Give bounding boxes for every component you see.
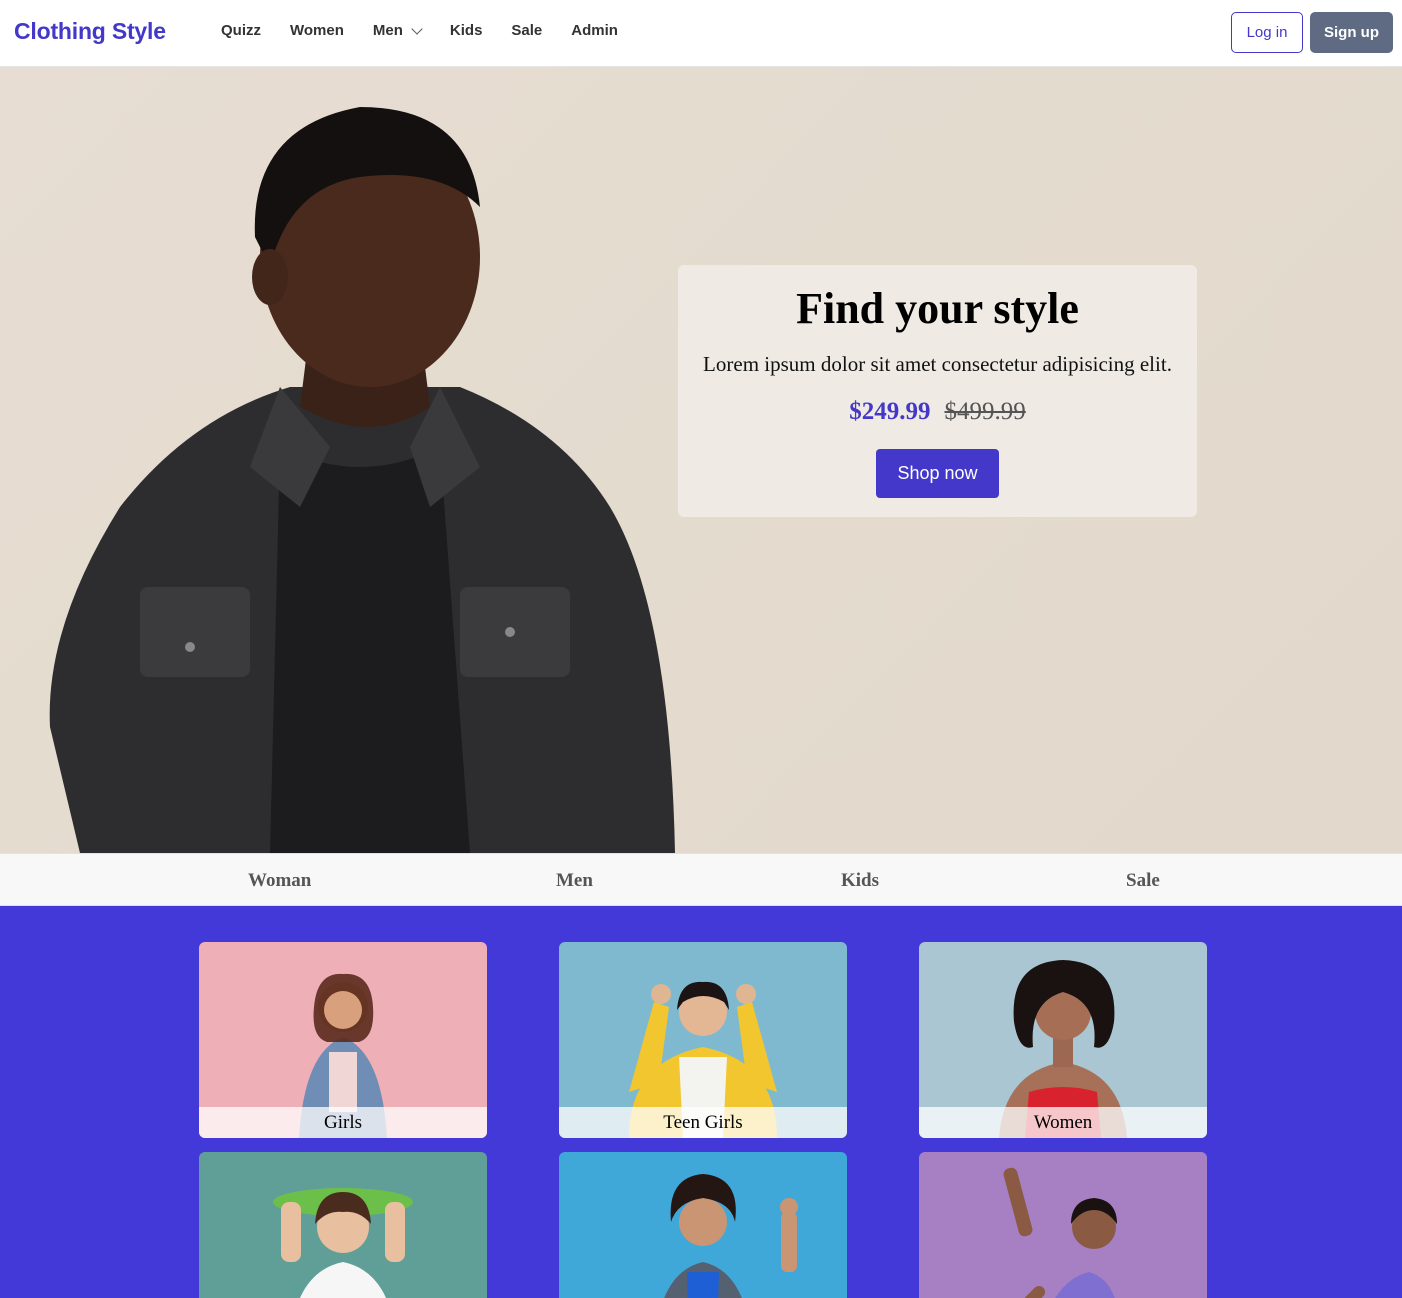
original-price: $499.99: [944, 398, 1026, 425]
category-woman[interactable]: Woman: [248, 870, 311, 892]
tile-label-girls: Girls: [199, 1107, 487, 1138]
hero-promo-card: Find your style Lorem ipsum dolor sit am…: [678, 265, 1197, 517]
boys-image: [273, 1188, 413, 1298]
nav-link-men[interactable]: Men: [372, 22, 423, 39]
category-bar: Woman Men Kids Sale: [0, 853, 1402, 906]
top-navbar: Clothing Style Quizz Women Men Kids Sale…: [0, 0, 1402, 67]
hero-title: Find your style: [796, 284, 1079, 333]
nav-link-sale[interactable]: Sale: [511, 22, 542, 39]
hero-banner: Find your style Lorem ipsum dolor sit am…: [0, 67, 1402, 853]
chevron-down-icon: [411, 22, 423, 35]
tile-women[interactable]: Women: [919, 942, 1207, 1138]
nav-link-women[interactable]: Women: [290, 22, 344, 39]
signup-button[interactable]: Sign up: [1310, 12, 1393, 53]
tile-teen-girls[interactable]: Teen Girls: [559, 942, 847, 1138]
tile-boys[interactable]: [199, 1152, 487, 1298]
nav-link-admin[interactable]: Admin: [571, 22, 618, 39]
tile-label-teen-girls: Teen Girls: [559, 1107, 847, 1138]
sale-price: $249.99: [849, 398, 931, 425]
category-tiles-section: Girls Teen Girls Women: [0, 906, 1402, 1298]
tile-teen-boys[interactable]: [559, 1152, 847, 1298]
hero-model-image: [49, 107, 675, 853]
tile-men[interactable]: [919, 1152, 1207, 1298]
category-men[interactable]: Men: [556, 870, 593, 892]
category-sale[interactable]: Sale: [1126, 870, 1160, 892]
tile-label-women: Women: [919, 1107, 1207, 1138]
nav-links: Quizz Women Men Kids Sale Admin: [221, 22, 618, 39]
hero-subtitle: Lorem ipsum dolor sit amet consectetur a…: [703, 352, 1172, 376]
category-kids[interactable]: Kids: [841, 870, 879, 892]
nav-link-men-label: Men: [372, 22, 403, 39]
tile-girls[interactable]: Girls: [199, 942, 487, 1138]
hero-prices: $249.99 $499.99: [678, 398, 1197, 426]
brand-logo[interactable]: Clothing Style: [14, 18, 166, 45]
nav-link-quizz[interactable]: Quizz: [221, 22, 261, 39]
men-image: [1003, 1167, 1117, 1298]
login-button[interactable]: Log in: [1231, 12, 1303, 53]
nav-link-kids[interactable]: Kids: [450, 22, 483, 39]
shop-now-button[interactable]: Shop now: [876, 449, 999, 498]
teen-boys-image: [664, 1174, 798, 1298]
